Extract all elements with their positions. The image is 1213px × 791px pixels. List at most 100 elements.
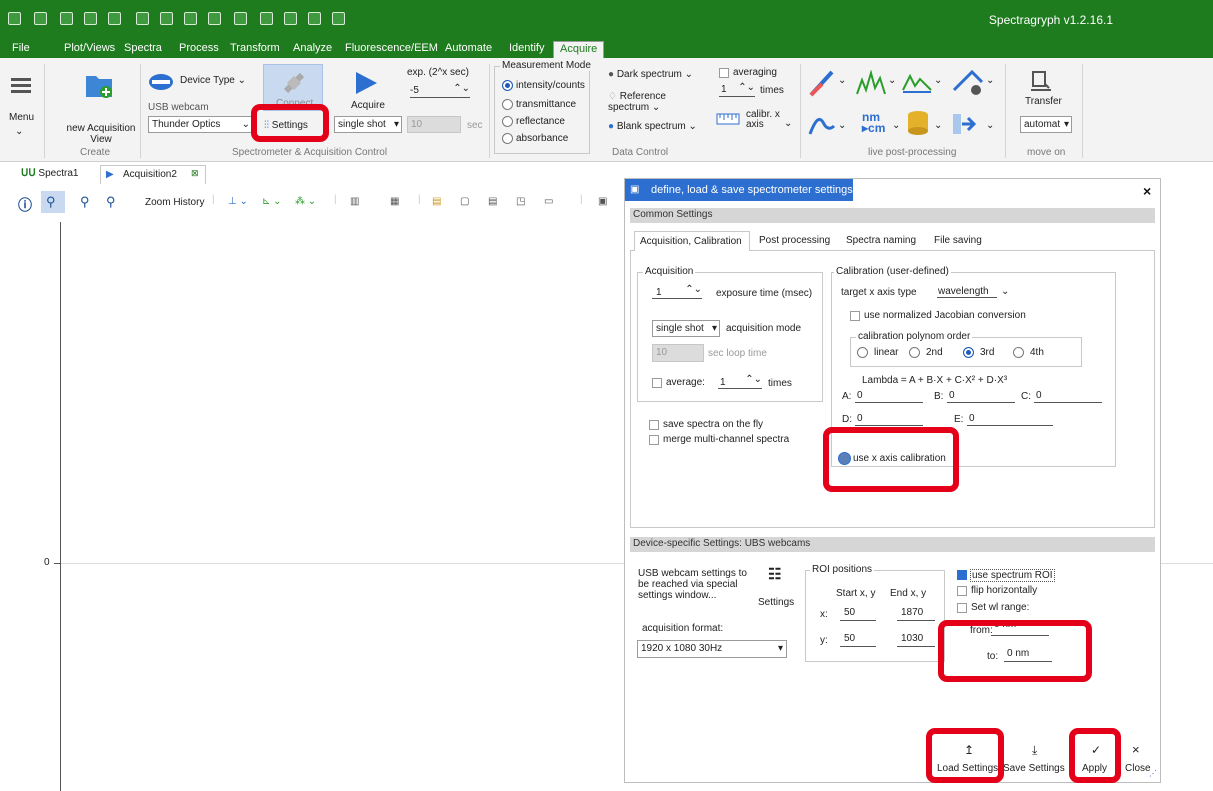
- report-icon[interactable]: ▣: [598, 196, 607, 207]
- copy-data-icon[interactable]: ▤: [488, 196, 497, 207]
- order-3rd-radio[interactable]: [963, 347, 974, 358]
- set-wl-range-checkbox[interactable]: [957, 603, 967, 613]
- new-acquisition-button[interactable]: new Acquisition View: [62, 123, 140, 145]
- transfer-mode-select[interactable]: automat ▾: [1020, 116, 1072, 133]
- baseline-icon[interactable]: [902, 70, 932, 96]
- roi-end-x-input[interactable]: 1870: [897, 607, 935, 621]
- tab-acquire[interactable]: Acquire: [553, 41, 605, 58]
- chevron-down-icon[interactable]: ⌄: [15, 126, 23, 137]
- jacobian-checkbox[interactable]: [850, 311, 860, 321]
- chevron-down-icon[interactable]: ⌄: [934, 75, 942, 86]
- tab-automate[interactable]: Automate: [445, 42, 492, 54]
- tools-icon[interactable]: [952, 68, 984, 96]
- database-search-icon[interactable]: [906, 110, 932, 140]
- acquisition-format-select[interactable]: 1920 x 1080 30Hz ▾: [637, 640, 787, 658]
- mode-transmittance-radio[interactable]: [502, 99, 513, 110]
- info-icon[interactable]: ⓘ: [18, 195, 32, 215]
- fit-curve-icon[interactable]: [808, 112, 836, 138]
- coef-c-input[interactable]: 0: [1034, 389, 1102, 403]
- average-input[interactable]: 1 ⌃⌄: [718, 374, 762, 389]
- chevron-down-icon[interactable]: ⌄: [784, 118, 792, 129]
- chevron-down-icon[interactable]: ⌄: [986, 75, 994, 86]
- zoom-button[interactable]: ⚲: [41, 191, 65, 213]
- close-icon[interactable]: ⊠: [191, 168, 199, 179]
- quick-access-icon[interactable]: [260, 12, 273, 25]
- spectrum-brush-icon[interactable]: [808, 68, 836, 98]
- tab-identify[interactable]: Identify: [509, 42, 544, 54]
- tab-acquisition2[interactable]: ▶ Acquisition2 ⊠: [100, 165, 206, 184]
- tab-spectra-naming[interactable]: Spectra naming: [846, 235, 916, 246]
- mode-reflectance-radio[interactable]: [502, 116, 513, 127]
- quick-access-icon[interactable]: [332, 12, 345, 25]
- zoom-history-button[interactable]: Zoom History: [145, 197, 204, 208]
- order-linear-radio[interactable]: [857, 347, 868, 358]
- play-icon[interactable]: [353, 70, 379, 96]
- chevron-down-icon[interactable]: ⌄: [838, 120, 846, 131]
- new-acquisition-icon[interactable]: [84, 72, 114, 100]
- settings-list-icon[interactable]: ☷: [768, 565, 781, 583]
- chevron-down-icon[interactable]: ⌄: [838, 75, 846, 86]
- reference-spectrum-button[interactable]: ♢ Reference spectrum ⌄: [608, 91, 693, 113]
- exposure-time-input[interactable]: 1 ⌃⌄: [652, 284, 702, 299]
- chevron-down-icon[interactable]: ⌄: [986, 120, 994, 131]
- tab-process[interactable]: Process: [179, 42, 219, 54]
- grid-style-icon[interactable]: ⁂ ⌄: [295, 196, 316, 207]
- tab-analyze[interactable]: Analyze: [293, 42, 332, 54]
- tab-post-processing[interactable]: Post processing: [759, 235, 830, 246]
- merge-channels-checkbox[interactable]: [649, 435, 659, 445]
- device-settings-button[interactable]: Settings: [758, 597, 794, 608]
- transfer-icon[interactable]: [1029, 70, 1053, 94]
- quick-access-icon[interactable]: [60, 12, 73, 25]
- averaging-checkbox[interactable]: [719, 68, 729, 78]
- export-icon[interactable]: ◳: [516, 196, 525, 207]
- quick-access-icon[interactable]: [308, 12, 321, 25]
- tab-plot-views[interactable]: Plot/Views: [64, 42, 115, 54]
- calibrate-x-axis-button[interactable]: calibr. x axis: [746, 110, 782, 130]
- coef-d-input[interactable]: 0: [855, 412, 923, 426]
- averaging-input[interactable]: 1 ⌃⌄: [719, 82, 755, 97]
- acquisition-mode-select[interactable]: single shot ▾: [652, 320, 720, 337]
- order-2nd-radio[interactable]: [909, 347, 920, 358]
- device-type-dropdown[interactable]: Device Type ⌄: [180, 75, 246, 86]
- use-roi-checkbox[interactable]: [957, 570, 967, 580]
- tab-file[interactable]: File: [12, 42, 30, 54]
- axis-scale-icon[interactable]: ⊥ ⌄: [228, 196, 248, 207]
- chevron-down-icon[interactable]: ⌄: [934, 120, 942, 131]
- quick-access-icon[interactable]: [234, 12, 247, 25]
- chevron-down-icon[interactable]: ⌄: [1001, 286, 1009, 297]
- roi-start-y-input[interactable]: 50: [840, 633, 876, 647]
- loop-time-field[interactable]: 10: [652, 344, 704, 362]
- coef-e-input[interactable]: 0: [967, 412, 1053, 426]
- mode-absorbance-radio[interactable]: [502, 133, 513, 144]
- table-icon[interactable]: ▦: [390, 196, 399, 207]
- loop-time-input[interactable]: 10: [407, 116, 461, 133]
- order-4th-radio[interactable]: [1013, 347, 1024, 358]
- quick-access-icon[interactable]: [34, 12, 47, 25]
- coef-a-input[interactable]: 0: [855, 389, 923, 403]
- quick-access-icon[interactable]: [208, 12, 221, 25]
- mode-intensity-radio[interactable]: [502, 80, 513, 91]
- acquire-button[interactable]: Acquire: [351, 100, 385, 111]
- tab-transform[interactable]: Transform: [230, 42, 280, 54]
- average-checkbox[interactable]: [652, 378, 662, 388]
- roi-start-x-input[interactable]: 50: [840, 607, 876, 621]
- quick-access-icon[interactable]: [284, 12, 297, 25]
- peaks-icon[interactable]: [856, 70, 886, 96]
- paste-icon[interactable]: ▤: [432, 196, 441, 207]
- nm-to-cm-icon[interactable]: nm ▸cm: [862, 111, 885, 134]
- close-icon[interactable]: ×: [1143, 183, 1151, 199]
- save-settings-button[interactable]: ⤓ Save Settings: [1003, 739, 1069, 779]
- zoom-out-icon[interactable]: ⚲: [106, 194, 116, 210]
- flip-horizontal-checkbox[interactable]: [957, 586, 967, 596]
- resize-grip-icon[interactable]: ⋰: [1149, 769, 1157, 778]
- window-icon[interactable]: ▭: [544, 196, 553, 207]
- blank-spectrum-button[interactable]: ● Blank spectrum ⌄: [608, 121, 697, 132]
- quick-access-icon[interactable]: [160, 12, 173, 25]
- shot-mode-select[interactable]: single shot ▾: [334, 116, 402, 133]
- settings-button[interactable]: ⫶⫶ Settings: [264, 120, 308, 131]
- tab-acquisition-calibration[interactable]: Acquisition, Calibration: [634, 231, 750, 251]
- line-style-icon[interactable]: ⊾ ⌄: [262, 196, 282, 207]
- target-axis-select[interactable]: wavelength: [937, 284, 997, 298]
- copy-icon[interactable]: ▢: [460, 196, 469, 207]
- quick-access-icon[interactable]: [184, 12, 197, 25]
